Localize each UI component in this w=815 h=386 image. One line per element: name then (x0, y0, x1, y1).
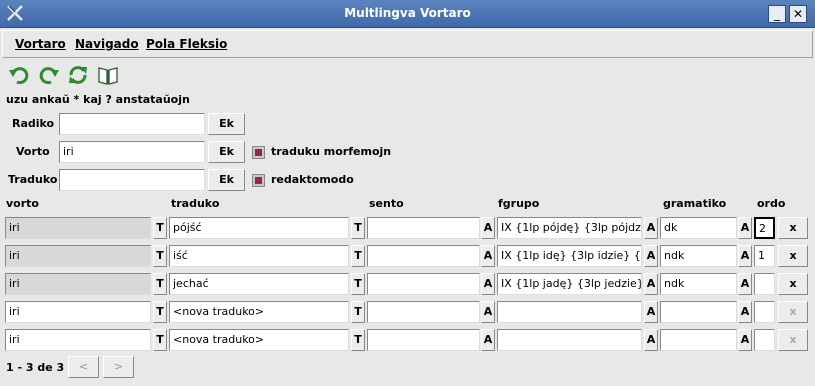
traduko-input[interactable] (59, 169, 205, 191)
row-sento[interactable] (367, 329, 480, 351)
row-fgrupo[interactable]: IX {1lp jadę} {3lp jedzie} { (497, 273, 642, 295)
row-traduko[interactable]: jechać (169, 273, 349, 295)
next-page-button[interactable]: > (103, 356, 134, 378)
row-gramatiko[interactable] (660, 301, 737, 323)
row-a-button[interactable]: A (644, 301, 658, 323)
redo-icon[interactable] (38, 64, 60, 86)
row-fgrupo[interactable]: IX {1lp idę} {3lp idzie} {3l (497, 245, 642, 267)
row-delete-button[interactable]: x (778, 301, 808, 323)
row-t-button[interactable]: T (351, 273, 365, 295)
row-sento[interactable] (367, 217, 480, 239)
vorto-input[interactable]: iri (59, 141, 205, 163)
row-ordo[interactable] (754, 301, 775, 323)
row-delete-button[interactable]: x (778, 217, 808, 239)
radiko-ek-button[interactable]: Ek (208, 113, 245, 135)
row-traduko[interactable]: <nova traduko> (169, 329, 349, 351)
redaktomodo-checkbox[interactable] (252, 174, 265, 187)
row-t-button[interactable]: T (351, 301, 365, 323)
radiko-label: Radiko (12, 117, 55, 130)
row-a-button[interactable]: A (481, 245, 495, 267)
row-a-button[interactable]: A (481, 329, 495, 351)
col-sento: sento (369, 197, 404, 210)
row-a-button[interactable]: A (738, 217, 752, 239)
row-ordo[interactable] (754, 273, 775, 295)
row-ordo[interactable]: 2 (754, 217, 775, 239)
row-a-button[interactable]: A (644, 217, 658, 239)
row-sento[interactable] (367, 245, 480, 267)
row-t-button[interactable]: T (351, 217, 365, 239)
row-gramatiko[interactable]: dk (660, 217, 737, 239)
window-title: Multlingva Vortaro (344, 6, 471, 20)
row-fgrupo[interactable] (497, 329, 642, 351)
col-ordo: ordo (757, 197, 786, 210)
row-t-button[interactable]: T (153, 273, 167, 295)
prev-page-button[interactable]: < (68, 356, 99, 378)
row-gramatiko[interactable]: ndk (660, 245, 737, 267)
row-delete-button[interactable]: x (778, 329, 808, 351)
row-vorto[interactable]: iri (5, 273, 151, 295)
row-traduko[interactable]: iść (169, 245, 349, 267)
row-a-button[interactable]: A (644, 245, 658, 267)
row-vorto[interactable]: iri (5, 217, 151, 239)
row-a-button[interactable]: A (481, 301, 495, 323)
traduko-label: Traduko (8, 173, 58, 186)
row-t-button[interactable]: T (153, 217, 167, 239)
menu-bar: Vortaro Navigado Pola Fleksio (2, 30, 813, 58)
traduku-morfemojn-label: traduku morfemojn (271, 145, 392, 158)
close-window-button[interactable]: ✕ (789, 5, 807, 23)
traduku-morfemojn-checkbox[interactable] (252, 146, 265, 159)
pager-text: 1 - 3 de 3 (6, 361, 65, 374)
row-a-button[interactable]: A (738, 329, 752, 351)
row-a-button[interactable]: A (644, 329, 658, 351)
refresh-icon[interactable] (67, 64, 89, 86)
row-gramatiko[interactable]: ndk (660, 273, 737, 295)
row-a-button[interactable]: A (644, 273, 658, 295)
row-sento[interactable] (367, 273, 480, 295)
row-a-button[interactable]: A (481, 217, 495, 239)
vorto-ek-button[interactable]: Ek (208, 141, 245, 163)
row-delete-button[interactable]: x (778, 245, 808, 267)
radiko-input[interactable] (59, 113, 205, 135)
row-ordo[interactable] (754, 329, 775, 351)
row-t-button[interactable]: T (351, 245, 365, 267)
redaktomodo-label: redaktomodo (271, 173, 354, 186)
menu-navigado[interactable]: Navigado (75, 37, 139, 51)
row-a-button[interactable]: A (481, 273, 495, 295)
vorto-label: Vorto (16, 145, 50, 158)
minimize-button[interactable]: _ (768, 5, 786, 23)
row-fgrupo[interactable] (497, 301, 642, 323)
book-icon[interactable] (97, 64, 119, 86)
row-vorto[interactable]: iri (5, 301, 151, 323)
row-vorto[interactable]: iri (5, 329, 151, 351)
row-a-button[interactable]: A (738, 301, 752, 323)
col-vorto: vorto (6, 197, 39, 210)
row-delete-button[interactable]: x (778, 273, 808, 295)
row-t-button[interactable]: T (351, 329, 365, 351)
row-t-button[interactable]: T (153, 301, 167, 323)
traduko-ek-button[interactable]: Ek (208, 169, 245, 191)
row-t-button[interactable]: T (153, 329, 167, 351)
row-traduko[interactable]: pójść (169, 217, 349, 239)
row-vorto[interactable]: iri (5, 245, 151, 267)
row-sento[interactable] (367, 301, 480, 323)
col-traduko: traduko (171, 197, 220, 210)
row-fgrupo[interactable]: IX {1lp pójdę} {3lp pójdzie (497, 217, 642, 239)
menu-vortaro[interactable]: Vortaro (15, 37, 66, 51)
row-traduko[interactable]: <nova traduko> (169, 301, 349, 323)
col-fgrupo: fgrupo (498, 197, 540, 210)
row-a-button[interactable]: A (738, 273, 752, 295)
undo-icon[interactable] (8, 64, 30, 86)
row-gramatiko[interactable] (660, 329, 737, 351)
row-a-button[interactable]: A (738, 245, 752, 267)
col-gramatiko: gramatiko (663, 197, 727, 210)
row-t-button[interactable]: T (153, 245, 167, 267)
menu-pola-fleksio[interactable]: Pola Fleksio (146, 37, 227, 51)
hint-text: uzu ankaŭ * kaj ? anstataŭojn (6, 93, 190, 106)
title-bar: Multlingva Vortaro _ ✕ (0, 0, 815, 28)
row-ordo[interactable]: 1 (754, 245, 775, 267)
